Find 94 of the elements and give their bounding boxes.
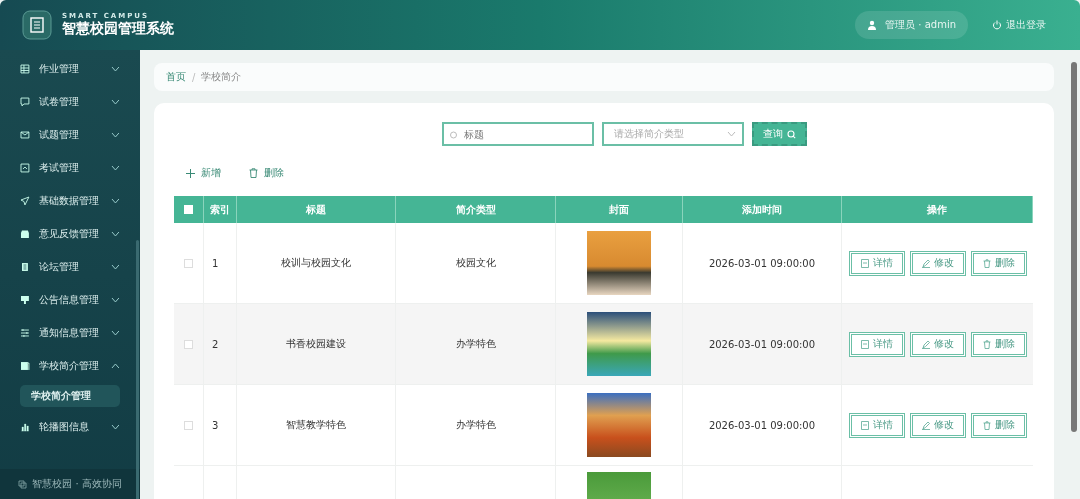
- sidebar-item[interactable]: 基础数据管理: [0, 184, 120, 217]
- doc-icon: [20, 261, 30, 272]
- sidebar-item[interactable]: 试卷管理: [0, 85, 120, 118]
- plus-icon: [186, 168, 195, 178]
- user-icon: [867, 20, 878, 30]
- type-select[interactable]: 请选择简介类型: [601, 122, 744, 146]
- breadcrumb-link[interactable]: 首页: [166, 70, 186, 84]
- send-icon: [20, 195, 30, 206]
- sidebar-item[interactable]: 考试管理: [0, 151, 120, 184]
- sidebar-footer-text: 智慧校园 · 高效协同: [32, 477, 122, 491]
- book-icon: [20, 360, 30, 371]
- grid-icon: [20, 63, 30, 74]
- details-button[interactable]: 详情: [848, 331, 905, 357]
- table-cell: 校训与校园文化: [281, 256, 351, 270]
- column-header: 简介类型: [455, 202, 496, 217]
- details-button[interactable]: 详情: [848, 250, 905, 276]
- sidebar-item[interactable]: 作业管理: [0, 52, 120, 85]
- app-title: 智慧校园管理系统: [62, 21, 174, 37]
- pencil-icon: [921, 339, 930, 349]
- select-all-checkbox[interactable]: [184, 205, 193, 214]
- sidebar-item[interactable]: 学校简介管理: [0, 349, 120, 382]
- photo-placeholder: [587, 231, 651, 295]
- table-cell: 2026-03-01 09:00:00: [708, 338, 816, 350]
- delete-row-button[interactable]: 删除: [970, 250, 1027, 276]
- table-cell: 办学特色: [455, 337, 496, 351]
- table-cell: 书香校园建设: [286, 337, 346, 351]
- building-logo-icon: [22, 10, 52, 40]
- chevron-down-icon: [111, 164, 120, 171]
- sidebar-item[interactable]: 意见反馈管理: [0, 217, 120, 250]
- photo-placeholder: [587, 393, 651, 457]
- trash-icon: [982, 339, 991, 349]
- column-header: 添加时间: [742, 202, 782, 217]
- chevron-down-icon: [111, 230, 120, 237]
- table-cell: 智慧教学特色: [286, 418, 346, 432]
- breadcrumb-separator: /: [192, 71, 196, 83]
- trash-icon: [249, 168, 258, 178]
- sidebar-item[interactable]: 试题管理: [0, 118, 120, 151]
- delete-button[interactable]: 删除: [249, 166, 284, 180]
- submenu-item[interactable]: 学校简介管理: [20, 385, 120, 407]
- edit-button[interactable]: 修改: [909, 412, 966, 438]
- column-header: 标题: [306, 202, 326, 217]
- details-button[interactable]: 详情: [848, 412, 905, 438]
- chevron-down-icon: [111, 329, 120, 336]
- table-cell: 1: [212, 257, 219, 269]
- logout-button[interactable]: 退出登录: [986, 17, 1052, 33]
- chat-icon: [20, 96, 30, 107]
- chevron-down-icon: [726, 131, 736, 137]
- chevron-down-icon: [111, 65, 120, 72]
- user-button[interactable]: 管理员 · admin: [855, 11, 968, 39]
- chevron-up-icon: [111, 362, 120, 369]
- chevron-down-icon: [111, 296, 120, 303]
- edit-button[interactable]: 修改: [909, 331, 966, 357]
- document-icon: [860, 258, 869, 268]
- table-cell: 校园文化: [455, 256, 496, 270]
- row-checkbox[interactable]: [184, 258, 193, 268]
- table-cell: 3: [212, 419, 219, 431]
- trash-icon: [982, 258, 991, 268]
- column-header: 操作: [927, 202, 947, 217]
- chevron-down-icon: [111, 423, 120, 430]
- edit-button[interactable]: 修改: [909, 250, 966, 276]
- pencil-icon: [921, 420, 930, 430]
- row-checkbox[interactable]: [184, 420, 193, 430]
- sliders-icon: [20, 327, 30, 338]
- chart-icon: [20, 421, 30, 432]
- chevron-down-icon: [111, 98, 120, 105]
- search-icon: [786, 129, 796, 139]
- add-button[interactable]: 新增: [186, 166, 221, 180]
- document-icon: [860, 420, 869, 430]
- table-cell: 2026-03-01 09:00:00: [708, 419, 816, 431]
- sidebar-item[interactable]: 通知信息管理: [0, 316, 120, 349]
- column-header: 封面: [609, 202, 629, 217]
- row-checkbox[interactable]: [184, 339, 193, 349]
- delete-row-button[interactable]: 删除: [970, 331, 1027, 357]
- table-cell: 2: [212, 338, 219, 350]
- pencil-icon: [921, 258, 930, 268]
- column-header: 索引: [210, 202, 230, 217]
- sidebar-item[interactable]: 轮播图信息: [0, 410, 120, 443]
- breadcrumb-current: 学校简介: [201, 70, 242, 84]
- box-icon: [20, 228, 30, 239]
- chevron-down-icon: [111, 131, 120, 138]
- delete-row-button[interactable]: 删除: [970, 412, 1027, 438]
- sidebar-item[interactable]: 公告信息管理: [0, 283, 120, 316]
- document-icon: [860, 339, 869, 349]
- table-cell: 2026-03-01 09:00:00: [708, 257, 816, 269]
- mail-icon: [20, 129, 30, 140]
- power-icon: [992, 20, 1002, 30]
- trash-icon: [982, 420, 991, 430]
- table-cell: 办学特色: [455, 418, 496, 432]
- chevron-down-icon: [111, 263, 120, 270]
- search-field[interactable]: 标题: [441, 122, 594, 146]
- photo-placeholder: [587, 312, 651, 376]
- chevron-down-icon: [111, 197, 120, 204]
- sidebar-item[interactable]: 论坛管理: [0, 250, 120, 283]
- query-button[interactable]: 查询: [751, 122, 807, 146]
